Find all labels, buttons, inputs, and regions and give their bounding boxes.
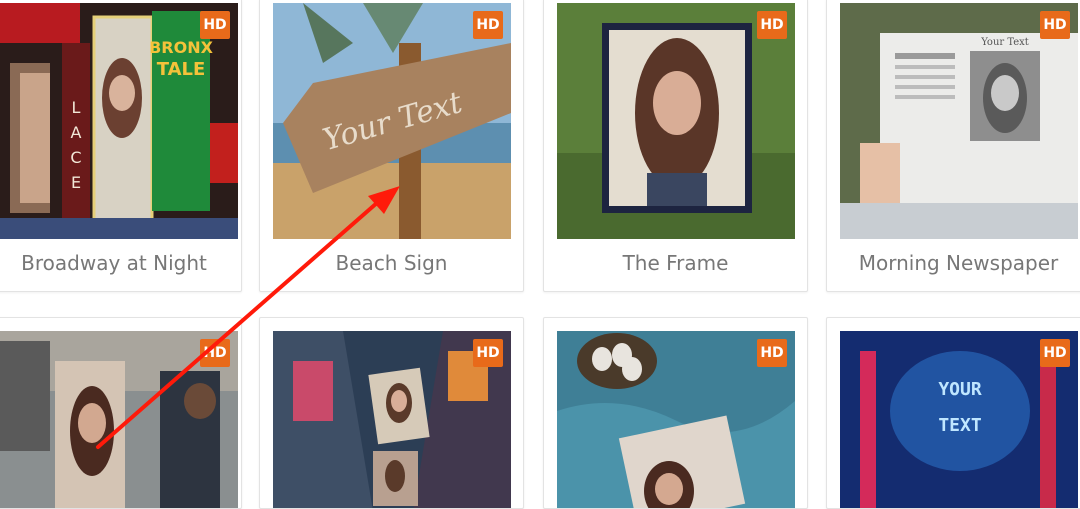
template-card-neon-sign[interactable]: YOUR TEXT HD [826, 317, 1080, 509]
template-thumbnail[interactable]: HD [557, 331, 795, 508]
template-thumbnail[interactable]: Your Text HD [273, 3, 511, 239]
template-gallery: BRONX TALE L A C E HD Broadway at Night [0, 0, 1080, 509]
template-thumbnail[interactable]: BRONX TALE L A C E HD [0, 3, 238, 239]
template-card-street-painter[interactable]: HD [0, 317, 242, 509]
billboard-sign-line2: TALE [157, 59, 206, 80]
billboard-letter: A [71, 123, 82, 142]
billboard-letter: C [70, 148, 81, 167]
template-caption[interactable]: Beach Sign [260, 245, 523, 281]
billboard-letter: E [71, 173, 81, 192]
template-caption[interactable]: The Frame [544, 245, 807, 281]
neon-text-line2: TEXT [938, 415, 982, 436]
hd-badge: HD [1040, 11, 1070, 39]
neon-text-line1: YOUR [938, 379, 982, 400]
billboard-sign-line1: BRONX [149, 38, 214, 57]
hd-badge: HD [473, 11, 503, 39]
template-card-the-frame[interactable]: HD The Frame [543, 0, 808, 292]
template-thumbnail[interactable]: Your Text HD [840, 3, 1078, 239]
billboard-letter: L [72, 98, 81, 117]
hd-badge: HD [1040, 339, 1070, 367]
template-card-city-billboards[interactable]: HD [259, 317, 524, 509]
template-thumbnail[interactable]: HD [0, 331, 238, 508]
hd-badge: HD [757, 339, 787, 367]
hd-badge: HD [200, 11, 230, 39]
template-card-blanket-eggs[interactable]: HD [543, 317, 808, 509]
template-thumbnail[interactable]: YOUR TEXT HD [840, 331, 1078, 508]
template-card-beach-sign[interactable]: Your Text HD Beach Sign [259, 0, 524, 292]
template-caption[interactable]: Morning Newspaper [827, 245, 1080, 281]
template-card-broadway[interactable]: BRONX TALE L A C E HD Broadway at Night [0, 0, 242, 292]
newspaper-headline: Your Text [980, 37, 1029, 48]
template-card-morning-newspaper[interactable]: Your Text HD Morning Newspaper [826, 0, 1080, 292]
hd-badge: HD [200, 339, 230, 367]
hd-badge: HD [757, 11, 787, 39]
template-caption[interactable]: Broadway at Night [0, 245, 241, 281]
template-thumbnail[interactable]: HD [273, 331, 511, 508]
hd-badge: HD [473, 339, 503, 367]
template-thumbnail[interactable]: HD [557, 3, 795, 239]
